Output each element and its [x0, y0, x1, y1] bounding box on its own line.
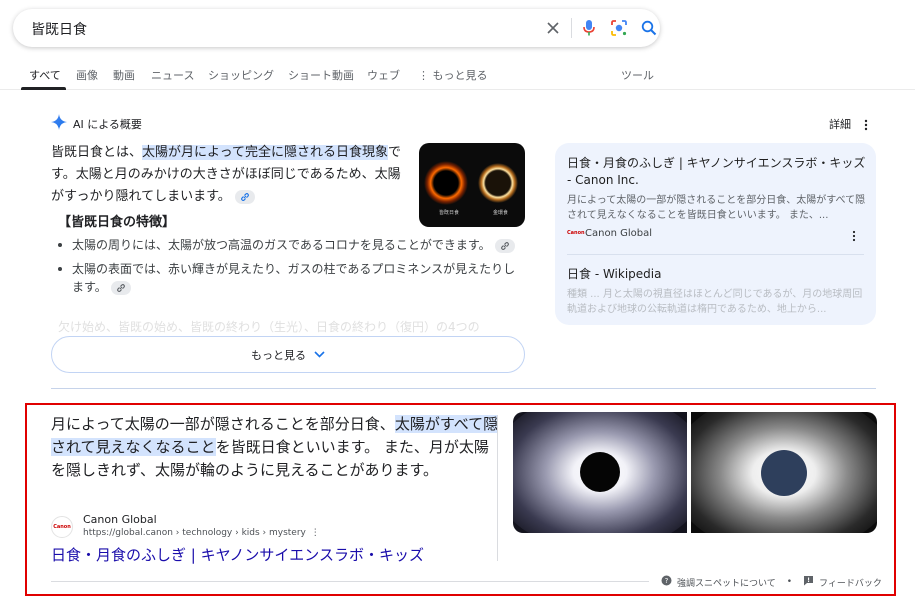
more-vert-icon: ⋮ — [418, 69, 429, 82]
source-snippet: 月によって太陽の一部が隠されることを部分日食、太陽がすべて隠されて見えなくなるこ… — [567, 195, 866, 221]
canon-logo: Canon — [567, 230, 585, 236]
thumbnail-label-left: 皆既日食 — [439, 210, 460, 216]
ai-overview-intro: 皆既日食とは、太陽が月によって完全に隠される日食現象です。太陽と月のみかけの大き… — [51, 142, 411, 208]
tab-shopping[interactable]: ショッピング — [208, 67, 274, 83]
fs-source[interactable]: Canon Canon Global https://global.canon … — [51, 513, 320, 540]
tab-tools[interactable]: ツール — [621, 67, 654, 83]
citation-link-icon[interactable] — [494, 238, 515, 253]
search-divider — [571, 18, 572, 38]
microphone-icon[interactable] — [579, 18, 599, 38]
ai-intro-prefix: 皆既日食とは、 — [51, 145, 143, 160]
fs-footer: ? 強調スニペットについて • フィードバック — [661, 575, 882, 589]
ai-overview-thumbnail[interactable]: 皆既日食 金環食 — [419, 143, 525, 227]
ai-overview-header: AI による概要 — [51, 114, 142, 134]
source-title[interactable]: 日食・月食のふしぎ | キヤノンサイエンスラボ・キッズ - Canon Inc. — [567, 155, 867, 189]
source-card-wikipedia[interactable]: 日食 - Wikipedia 種類 ... 月と太陽の視直径はほとんど同じである… — [567, 266, 867, 317]
search-bar[interactable]: 皆既日食 — [13, 9, 660, 47]
search-input[interactable]: 皆既日食 — [31, 19, 87, 39]
source-card-canon[interactable]: 日食・月食のふしぎ | キヤノンサイエンスラボ・キッズ - Canon Inc.… — [567, 155, 867, 239]
tab-all[interactable]: すべて — [29, 67, 61, 83]
show-more-button[interactable]: もっと見る — [51, 336, 525, 373]
tab-news[interactable]: ニュース — [151, 67, 194, 83]
ai-bullet-list: 太陽の周りには、太陽が放つ高温のガスであるコロナを見ることができます。 太陽の表… — [58, 236, 520, 302]
fs-url-text: https://global.canon › technology › kids… — [83, 528, 306, 538]
ai-overview-label: AI による概要 — [73, 118, 142, 131]
list-item: 太陽の周りには、太陽が放つ高温のガスであるコロナを見ることができます。 — [58, 236, 520, 254]
source-site-name: Canon Global — [585, 228, 652, 239]
citation-link-icon[interactable] — [110, 280, 131, 295]
more-options-icon[interactable] — [864, 116, 868, 135]
feedback-icon[interactable] — [803, 575, 814, 589]
active-tab-indicator — [21, 87, 66, 90]
sparkle-icon — [51, 114, 67, 134]
source-site: Canon Canon Global — [567, 228, 867, 239]
ai-sources-panel: 日食・月食のふしぎ | キヤノンサイエンスラボ・キッズ - Canon Inc.… — [555, 143, 876, 325]
tab-videos[interactable]: 動画 — [113, 67, 135, 83]
tab-more-label: もっと見る — [432, 69, 488, 82]
clear-icon[interactable] — [543, 18, 563, 38]
source-snippet: 種類 ... 月と太陽の視直径はほとんど同じであるが、月の地球周回軌道および地球… — [567, 289, 863, 315]
ai-faded-text: 欠け始め、皆既の始め、皆既の終わり（生光）、日食の終わり（復円）の4つの — [58, 320, 480, 334]
section-separator — [51, 388, 876, 389]
ai-intro-highlight: 太陽が月によって完全に隠される日食現象 — [142, 145, 388, 160]
ai-detail-link[interactable]: 詳細 — [829, 116, 851, 132]
source-divider — [567, 254, 864, 255]
source-more-icon[interactable] — [852, 227, 856, 246]
fs-bottom-divider — [51, 581, 649, 582]
thumbnail-label-right: 金環食 — [493, 210, 509, 216]
show-more-label: もっと見る — [251, 348, 306, 362]
search-tabs: すべて 画像 動画 ニュース ショッピング ショート動画 ウェブ ⋮ もっと見る… — [0, 60, 915, 90]
eclipse-image-2[interactable] — [691, 412, 877, 533]
tab-web[interactable]: ウェブ — [367, 67, 400, 83]
fs-site-url: https://global.canon › technology › kids… — [83, 527, 320, 540]
fs-site-name: Canon Global — [83, 513, 157, 526]
eclipse-image-1[interactable] — [513, 412, 687, 533]
search-icon[interactable] — [639, 18, 659, 38]
svg-text:?: ? — [665, 577, 669, 585]
tab-more[interactable]: ⋮ もっと見る — [418, 67, 488, 83]
chevron-down-icon — [314, 348, 325, 361]
fs-vertical-separator — [497, 415, 498, 561]
tab-images[interactable]: 画像 — [76, 67, 98, 83]
feedback-link[interactable]: フィードバック — [819, 576, 882, 589]
bullet-text: 太陽の表面では、赤い輝きが見えたり、ガスの柱であるプロミネンスが見えたりします。 — [72, 262, 516, 294]
canon-favicon: Canon — [51, 515, 73, 538]
about-snippet-link[interactable]: 強調スニペットについて — [677, 576, 776, 589]
footer-dot: • — [786, 577, 793, 587]
featured-snippet: 月によって太陽の一部が隠されることを部分日食、太陽がすべて隠されて見えなくなるこ… — [25, 403, 896, 596]
bullet-text: 太陽の周りには、太陽が放つ高温のガスであるコロナを見ることができます。 — [72, 238, 491, 252]
ai-section-title: 【皆既日食の特徴】 — [58, 215, 176, 230]
source-title[interactable]: 日食 - Wikipedia — [567, 266, 867, 283]
featured-snippet-text: 月によって太陽の一部が隠されることを部分日食、太陽がすべて隠されて見えなくなるこ… — [51, 413, 503, 482]
more-vert-icon[interactable]: ⋮ — [311, 528, 320, 538]
citation-link-icon[interactable] — [234, 189, 255, 204]
help-icon[interactable]: ? — [661, 575, 672, 589]
fs-result-title[interactable]: 日食・月食のふしぎ | キヤノンサイエンスラボ・キッズ — [51, 544, 424, 565]
list-item: 太陽の表面では、赤い輝きが見えたり、ガスの柱であるプロミネンスが見えたりします。 — [58, 260, 520, 296]
fs-text-prefix: 月によって太陽の一部が隠されることを部分日食、 — [51, 415, 395, 433]
tab-short-videos[interactable]: ショート動画 — [288, 67, 354, 83]
lens-icon[interactable] — [609, 18, 629, 38]
